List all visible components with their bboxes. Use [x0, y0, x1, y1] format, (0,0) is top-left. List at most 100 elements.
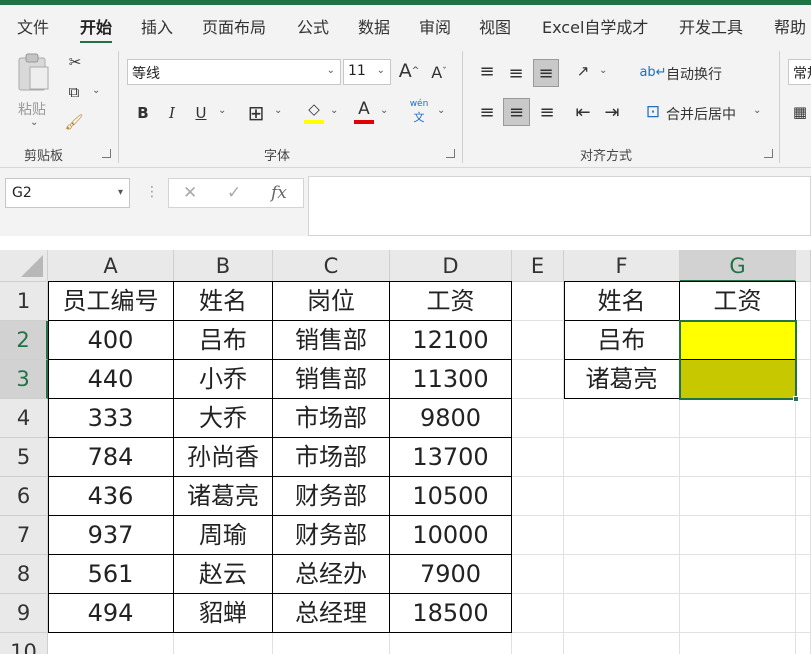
cell-e5[interactable]: [512, 438, 564, 477]
row-header-10[interactable]: 10: [0, 633, 48, 654]
cell-a10[interactable]: [48, 633, 174, 654]
cell-g7[interactable]: [680, 516, 796, 555]
italic-button[interactable]: I: [161, 101, 183, 125]
row-header-9[interactable]: 9: [0, 594, 48, 633]
cell-f8[interactable]: [564, 555, 680, 594]
cell-g3[interactable]: [680, 360, 796, 399]
cell-f5[interactable]: [564, 438, 680, 477]
fill-color-button[interactable]: ◇: [302, 99, 326, 125]
tab-file[interactable]: 文件: [17, 14, 49, 38]
cell-b3[interactable]: 小乔: [174, 360, 273, 399]
cell-h10[interactable]: [796, 633, 811, 654]
cell-b6[interactable]: 诸葛亮: [174, 477, 273, 516]
cell-e10[interactable]: [512, 633, 564, 654]
cell-a1[interactable]: 员工编号: [48, 282, 174, 321]
cancel-icon[interactable]: ✕: [183, 183, 197, 203]
cell-d8[interactable]: 7900: [390, 555, 512, 594]
clipboard-launcher-icon[interactable]: [102, 149, 111, 158]
cell-a8[interactable]: 561: [48, 555, 174, 594]
wrap-text-icon[interactable]: ab↵: [639, 61, 666, 83]
alignment-launcher-icon[interactable]: [764, 149, 773, 158]
cell-c1[interactable]: 岗位: [273, 282, 390, 321]
merge-center-button[interactable]: 合并后居中: [666, 104, 736, 124]
cell-h9[interactable]: [796, 594, 811, 633]
enter-icon[interactable]: ✓: [227, 183, 241, 203]
cell-f7[interactable]: [564, 516, 680, 555]
cell-g1[interactable]: 工资: [680, 282, 796, 321]
tab-excel-self-study[interactable]: Excel自学成才: [542, 14, 648, 38]
cell-g2[interactable]: [680, 321, 796, 360]
cell-d7[interactable]: 10000: [390, 516, 512, 555]
cell-d6[interactable]: 10500: [390, 477, 512, 516]
cell-d10[interactable]: [390, 633, 512, 654]
cell-a4[interactable]: 333: [48, 399, 174, 438]
cell-h2[interactable]: [796, 321, 811, 360]
cell-f1[interactable]: 姓名: [564, 282, 680, 321]
cell-d3[interactable]: 11300: [390, 360, 512, 399]
column-header-f[interactable]: F: [564, 250, 680, 282]
select-all-button[interactable]: [0, 250, 48, 282]
font-name-combo[interactable]: 等线 ⌄: [127, 59, 341, 85]
cell-h4[interactable]: [796, 399, 811, 438]
cell-h7[interactable]: [796, 516, 811, 555]
row-header-3[interactable]: 3: [0, 360, 48, 399]
cell-f9[interactable]: [564, 594, 680, 633]
cell-c7[interactable]: 财务部: [273, 516, 390, 555]
orientation-chevron-icon[interactable]: ⌄: [599, 65, 607, 76]
cell-g10[interactable]: [680, 633, 796, 654]
cell-a7[interactable]: 937: [48, 516, 174, 555]
decrease-indent-icon[interactable]: ⇤: [571, 100, 595, 124]
cell-a2[interactable]: 400: [48, 321, 174, 360]
cell-g4[interactable]: [680, 399, 796, 438]
row-header-4[interactable]: 4: [0, 399, 48, 438]
phonetic-guide-button[interactable]: wén 文: [406, 99, 432, 125]
cell-b5[interactable]: 孙尚香: [174, 438, 273, 477]
cell-g9[interactable]: [680, 594, 796, 633]
wrap-text-button[interactable]: 自动换行: [666, 64, 722, 84]
cell-h8[interactable]: [796, 555, 811, 594]
cell-b9[interactable]: 貂蝉: [174, 594, 273, 633]
shrink-font-button[interactable]: Aˇ: [428, 61, 450, 83]
row-header-5[interactable]: 5: [0, 438, 48, 477]
format-painter-icon[interactable]: 🖌: [62, 111, 86, 133]
row-header-7[interactable]: 7: [0, 516, 48, 555]
cell-f6[interactable]: [564, 477, 680, 516]
cell-b1[interactable]: 姓名: [174, 282, 273, 321]
worksheet-grid[interactable]: A B C D E F G 1 2 3 4 5 6 7 8 9 10 员工编号 姓名 岗位 工资 姓名 工资 400 吕布 销售部…: [0, 250, 811, 654]
fill-color-chevron-icon[interactable]: ⌄: [330, 105, 338, 116]
row-header-6[interactable]: 6: [0, 477, 48, 516]
cell-h3[interactable]: [796, 360, 811, 399]
number-format-combo[interactable]: 常规: [788, 59, 811, 85]
cell-f4[interactable]: [564, 399, 680, 438]
insert-function-icon[interactable]: fx: [271, 183, 287, 203]
bold-button[interactable]: B: [132, 101, 154, 125]
cut-icon[interactable]: ✂: [64, 51, 86, 73]
cell-b4[interactable]: 大乔: [174, 399, 273, 438]
align-left-icon[interactable]: ≡: [475, 100, 499, 124]
copy-chevron-icon[interactable]: ⌄: [92, 85, 100, 96]
cell-a6[interactable]: 436: [48, 477, 174, 516]
underline-button[interactable]: U: [190, 101, 212, 125]
cell-e2[interactable]: [512, 321, 564, 360]
cell-e8[interactable]: [512, 555, 564, 594]
underline-chevron-icon[interactable]: ⌄: [218, 105, 226, 116]
cell-a5[interactable]: 784: [48, 438, 174, 477]
cell-c6[interactable]: 财务部: [273, 477, 390, 516]
cell-d2[interactable]: 12100: [390, 321, 512, 360]
cell-a3[interactable]: 440: [48, 360, 174, 399]
cell-h1[interactable]: [796, 282, 811, 321]
align-top-icon[interactable]: ≡: [475, 59, 499, 83]
column-header-h[interactable]: [796, 250, 811, 282]
cell-c5[interactable]: 市场部: [273, 438, 390, 477]
orientation-icon[interactable]: ↗: [571, 59, 595, 83]
tab-home[interactable]: 开始: [80, 14, 113, 44]
fill-handle[interactable]: [793, 396, 799, 402]
font-size-combo[interactable]: 11 ⌄: [343, 59, 391, 85]
grow-font-button[interactable]: A ^: [397, 59, 421, 83]
cell-g8[interactable]: [680, 555, 796, 594]
font-launcher-icon[interactable]: [446, 149, 455, 158]
cell-c3[interactable]: 销售部: [273, 360, 390, 399]
increase-indent-icon[interactable]: ⇥: [600, 100, 624, 124]
cell-f10[interactable]: [564, 633, 680, 654]
column-header-d[interactable]: D: [390, 250, 512, 282]
